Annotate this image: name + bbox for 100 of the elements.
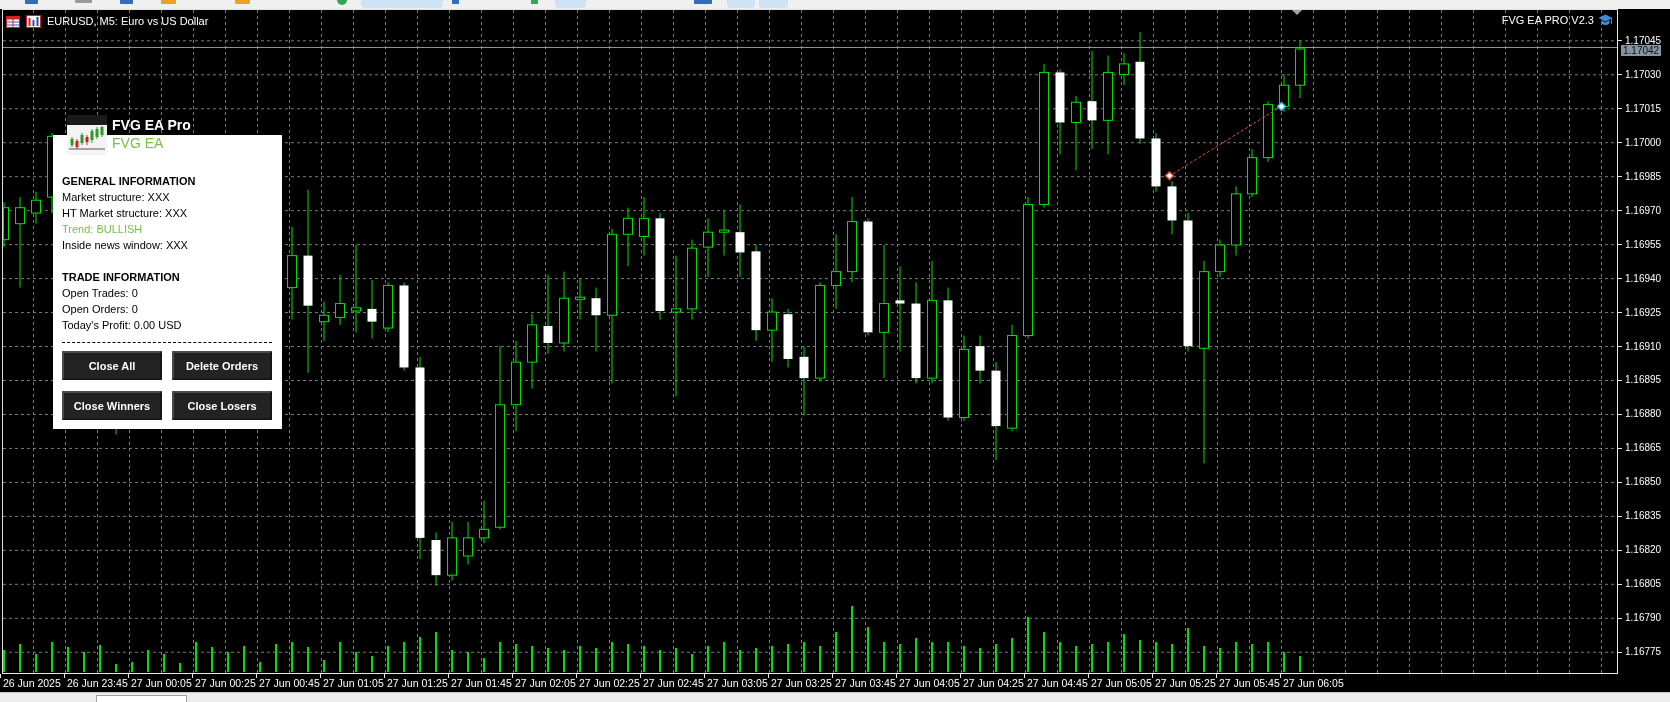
price-label: 1.17000	[1625, 138, 1662, 147]
panel-button[interactable]: Close All	[62, 351, 162, 380]
candlestick	[383, 281, 393, 333]
price-label: 1.16880	[1625, 410, 1662, 419]
price-label: 1.16985	[1625, 172, 1662, 181]
toolbar-icon[interactable]	[75, 0, 92, 3]
time-label: 27 Jun 06:05	[1283, 678, 1344, 689]
time-label: 27 Jun 01:25	[387, 678, 448, 689]
toolbar-icon[interactable]	[161, 0, 176, 4]
triangle-marker-icon	[1292, 10, 1302, 15]
price-label: 1.16820	[1625, 546, 1662, 555]
candlestick	[575, 278, 585, 321]
time-label: 27 Jun 00:05	[131, 678, 192, 689]
panel-button[interactable]: Close Winners	[62, 391, 162, 420]
time-label: 27 Jun 05:25	[1155, 678, 1216, 689]
time-label: 27 Jun 05:05	[1091, 678, 1152, 689]
candlestick	[447, 521, 457, 581]
price-label: 1.16835	[1625, 512, 1662, 521]
time-label: 27 Jun 02:05	[515, 678, 576, 689]
toolbar-icon[interactable]	[25, 0, 38, 4]
info-line: HT Market structure: XXX	[62, 206, 189, 221]
toolbar-button[interactable]	[727, 0, 755, 8]
info-line: Open Trades: 0	[62, 286, 139, 301]
price-label: 1.16790	[1625, 614, 1662, 623]
info-line: Today's Profit: 0.00 USD	[62, 318, 183, 333]
candlestick	[591, 287, 601, 352]
section-heading: GENERAL INFORMATION	[62, 174, 197, 189]
candlestick	[975, 335, 985, 384]
info-line: Open Orders: 0	[62, 302, 139, 317]
candlestick	[335, 274, 345, 326]
time-label: 27 Jun 04:45	[1027, 678, 1088, 689]
current-price-tag: 1.17042	[1621, 45, 1662, 56]
candlestick	[1231, 185, 1241, 257]
candlestick	[1295, 39, 1305, 99]
time-label: 27 Jun 03:25	[771, 678, 832, 689]
toolbar-button[interactable]	[759, 0, 788, 8]
time-label: 27 Jun 00:45	[259, 678, 320, 689]
indicator-label: FVG EA PRO V2.3	[1501, 14, 1594, 27]
panel-subtitle: FVG EA	[112, 135, 165, 152]
info-line: Inside news window: XXX	[62, 238, 189, 253]
price-label: 1.16925	[1625, 308, 1662, 317]
time-label: 27 Jun 03:45	[835, 678, 896, 689]
price-label: 1.16970	[1625, 206, 1662, 215]
info-line: Market structure: XXX	[62, 190, 171, 205]
price-label: 1.16805	[1625, 580, 1662, 589]
section-heading: TRADE INFORMATION	[62, 270, 181, 285]
candlestick	[783, 308, 793, 368]
panel-button[interactable]: Delete Orders	[172, 351, 272, 380]
price-label: 1.17015	[1625, 104, 1662, 113]
price-label: 1.17045	[1625, 36, 1662, 45]
toolbar-icon[interactable]	[452, 0, 459, 4]
time-label: 27 Jun 04:25	[963, 678, 1024, 689]
candlestick	[639, 196, 649, 257]
time-label: 27 Jun 05:45	[1219, 678, 1280, 689]
candlestick	[431, 532, 441, 587]
candlestick	[479, 500, 489, 544]
toolbar-icon[interactable]	[235, 0, 250, 4]
time-label: 26 Jun 2025	[3, 678, 61, 689]
price-label: 1.16895	[1625, 376, 1662, 385]
price-label: 1.16940	[1625, 274, 1662, 283]
candlestick	[1167, 180, 1177, 235]
toolbar-icon[interactable]	[694, 0, 712, 4]
diamond-marker-icon	[1164, 170, 1175, 181]
candlestick	[767, 297, 777, 363]
price-label: 1.16775	[1625, 648, 1662, 657]
time-label: 27 Jun 02:45	[643, 678, 704, 689]
price-label: 1.16910	[1625, 342, 1662, 351]
time-label: 27 Jun 04:05	[899, 678, 960, 689]
time-label: 27 Jun 00:25	[195, 678, 256, 689]
toolbar-button[interactable]	[555, 0, 586, 8]
time-label: 27 Jun 03:05	[707, 678, 768, 689]
price-label: 1.17030	[1625, 70, 1662, 79]
candlestick	[1263, 100, 1273, 163]
toolbar-icon[interactable]	[120, 0, 133, 4]
price-label: 1.16955	[1625, 240, 1662, 249]
time-label: 27 Jun 01:05	[323, 678, 384, 689]
candlestick	[1151, 132, 1161, 193]
candlestick	[1215, 239, 1225, 278]
candlestick	[31, 191, 41, 225]
price-label: 1.16865	[1625, 444, 1662, 453]
info-line: Trend: BULLISH	[62, 222, 144, 237]
candlestick	[719, 210, 729, 257]
panel-title: FVG EA Pro	[112, 116, 191, 135]
candlestick	[367, 279, 377, 340]
candlestick	[623, 207, 633, 267]
time-label: 26 Jun 23:45	[67, 678, 128, 689]
toolbar-icon[interactable]	[531, 0, 538, 4]
toolbar-icon[interactable]	[337, 0, 347, 5]
candlestick	[319, 300, 329, 342]
chart-tab[interactable]	[96, 695, 187, 702]
table-icon	[6, 15, 20, 28]
candlestick	[799, 345, 809, 416]
price-label: 1.16850	[1625, 478, 1662, 487]
candlestick	[1119, 52, 1129, 86]
chart-title: EURUSD, M5: Euro vs US Dollar	[47, 15, 209, 28]
panel-button[interactable]: Close Losers	[172, 391, 272, 420]
bar-chart-icon	[26, 15, 41, 28]
toolbar-button[interactable]	[361, 0, 443, 8]
diamond-marker-icon	[1276, 101, 1287, 112]
candlestick	[1247, 148, 1257, 198]
